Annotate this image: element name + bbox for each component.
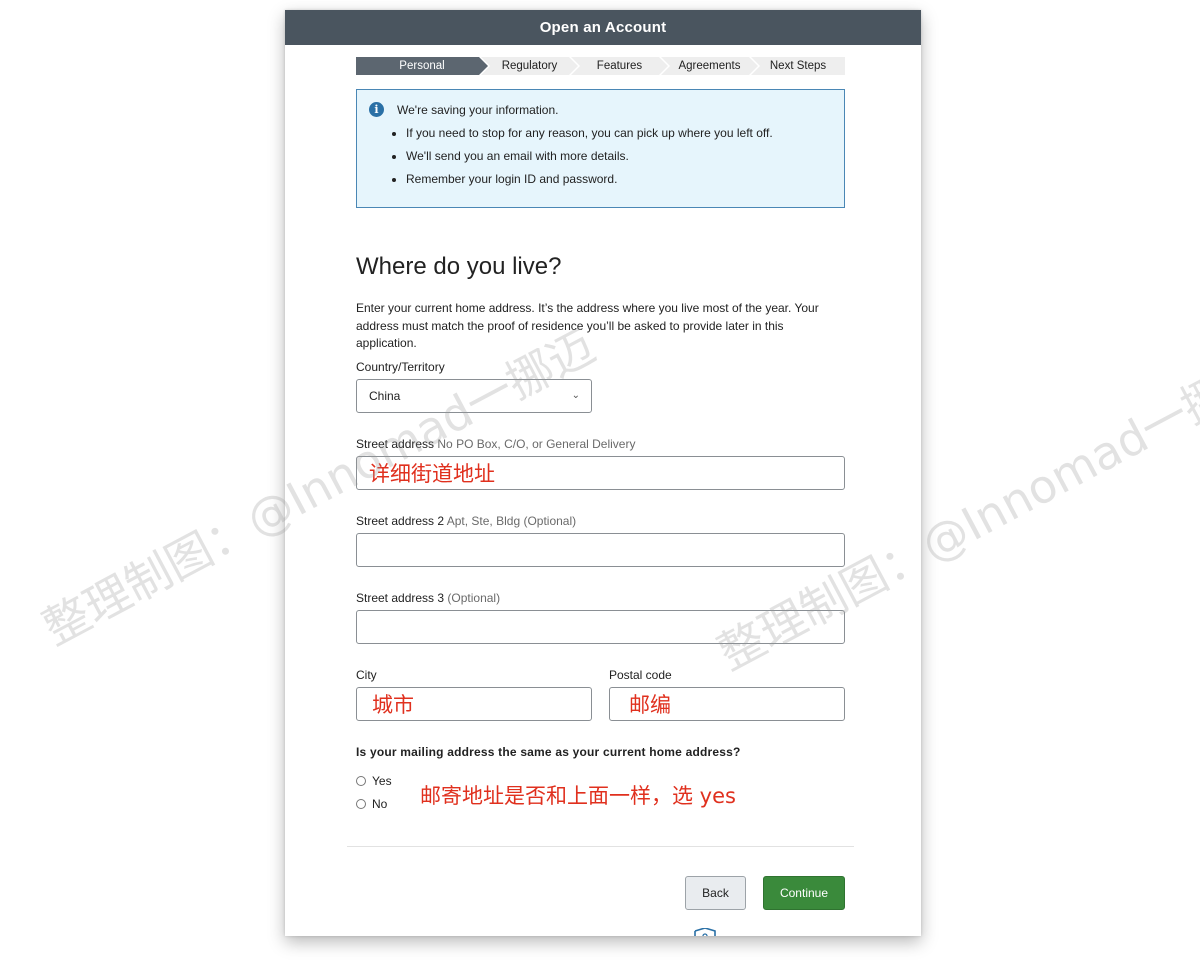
street2-label-text: Street address 2: [356, 514, 445, 528]
street1-hint: No PO Box, C/O, or General Delivery: [437, 437, 636, 451]
city-label: City: [356, 668, 377, 682]
annotation-note: 邮寄地址是否和上面一样，选 yes: [420, 784, 736, 808]
radio-no-control[interactable]: [356, 799, 366, 809]
street3-label: Street address 3 (Optional): [356, 591, 500, 605]
postal-input[interactable]: 邮编: [609, 687, 845, 721]
info-bullet: Remember your login ID and password.: [406, 172, 773, 187]
step-label: Regulatory: [501, 60, 558, 72]
country-select[interactable]: China ⌄: [356, 379, 592, 413]
step-label: Personal: [399, 60, 445, 72]
chevron-down-icon: ⌄: [571, 390, 580, 401]
street1-value: 详细街道地址: [369, 462, 495, 486]
street2-input[interactable]: [356, 533, 845, 567]
street1-input[interactable]: 详细街道地址: [356, 456, 845, 490]
info-title: We're saving your information.: [397, 103, 559, 117]
street3-input[interactable]: [356, 610, 845, 644]
progress-steps: Personal Regulatory Features Agreements …: [356, 57, 845, 75]
street1-label-text: Street address: [356, 437, 435, 451]
step-features[interactable]: Features: [571, 57, 668, 75]
step-personal[interactable]: Personal: [356, 57, 488, 75]
step-next-steps[interactable]: Next Steps: [751, 57, 845, 75]
info-bullet: We'll send you an email with more detail…: [406, 149, 773, 164]
step-agreements[interactable]: Agreements: [661, 57, 758, 75]
street1-label: Street address No PO Box, C/O, or Genera…: [356, 437, 635, 451]
info-list: If you need to stop for any reason, you …: [389, 118, 773, 187]
page-header: Open an Account: [285, 10, 921, 45]
continue-button[interactable]: Continue: [763, 876, 845, 910]
street2-hint: Apt, Ste, Bldg (Optional): [446, 514, 577, 528]
city-input[interactable]: 城市: [356, 687, 592, 721]
account-form-card: Open an Account Personal Regulatory Feat…: [285, 10, 921, 936]
divider: [347, 846, 854, 847]
step-label: Agreements: [678, 60, 741, 72]
back-button[interactable]: Back: [685, 876, 746, 910]
shield-icon: [694, 928, 716, 936]
radio-yes[interactable]: Yes: [356, 774, 392, 788]
info-notice: i We're saving your information. If you …: [356, 89, 845, 208]
city-value: 城市: [372, 693, 414, 717]
continue-button-label: Continue: [779, 886, 829, 900]
info-bullet: If you need to stop for any reason, you …: [406, 126, 773, 141]
street2-label: Street address 2 Apt, Ste, Bldg (Optiona…: [356, 514, 576, 528]
radio-yes-control[interactable]: [356, 776, 366, 786]
page-description: Enter your current home address. It’s th…: [356, 301, 819, 350]
page-heading: Where do you live?: [356, 253, 562, 280]
radio-yes-label: Yes: [372, 774, 392, 788]
back-button-label: Back: [702, 886, 729, 900]
info-icon: i: [369, 102, 384, 117]
street3-label-text: Street address 3: [356, 591, 445, 605]
country-label: Country/Territory: [356, 360, 445, 374]
header-title: Open an Account: [539, 19, 667, 36]
mailing-question: Is your mailing address the same as your…: [356, 745, 741, 759]
step-regulatory[interactable]: Regulatory: [481, 57, 578, 75]
postal-value: 邮编: [629, 693, 671, 717]
country-value: China: [369, 389, 401, 403]
radio-no[interactable]: No: [356, 797, 387, 811]
street3-hint: (Optional): [447, 591, 501, 605]
step-label: Features: [596, 60, 643, 72]
postal-label: Postal code: [609, 668, 672, 682]
radio-no-label: No: [372, 797, 388, 811]
step-label: Next Steps: [769, 60, 827, 72]
